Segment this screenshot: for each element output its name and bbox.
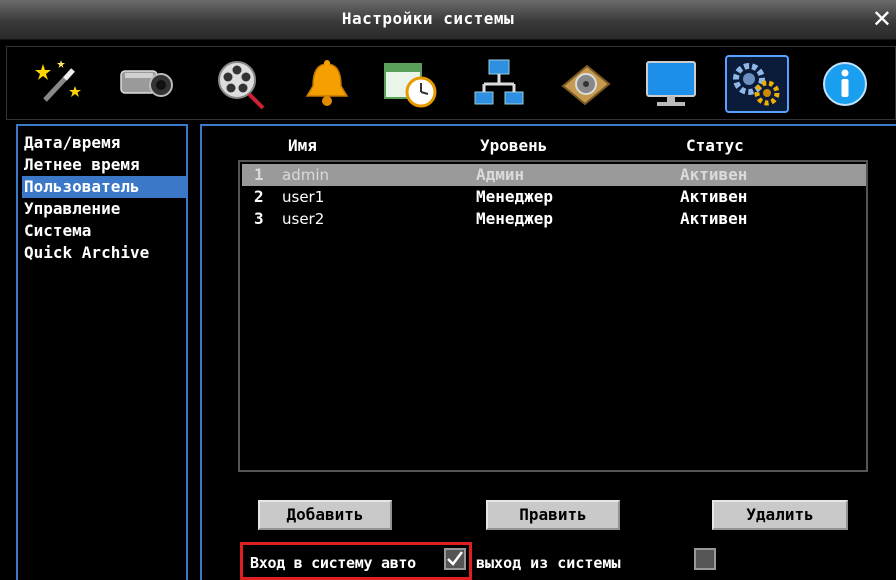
window-title: Настройки системы: [341, 9, 515, 28]
sidebar-item-system[interactable]: Система: [22, 220, 186, 242]
user-name: user2: [282, 210, 325, 228]
table-row[interactable]: 3 user2 Менеджер Активен: [242, 208, 866, 230]
alarm-bell-icon[interactable]: [295, 55, 359, 113]
highlight-box: [240, 542, 472, 580]
monitor-icon[interactable]: [639, 55, 703, 113]
settings-sidebar: Дата/время Летнее время Пользователь Упр…: [16, 124, 188, 580]
row-number: 2: [254, 187, 264, 206]
user-name: admin: [282, 166, 329, 184]
user-status: Активен: [680, 165, 748, 184]
row-number: 1: [254, 165, 264, 184]
main-toolbar: [6, 46, 896, 120]
network-icon[interactable]: [467, 55, 531, 113]
logout-label: выход из системы: [476, 554, 621, 572]
column-header-name: Имя: [288, 136, 317, 155]
close-icon[interactable]: ✕: [872, 4, 892, 34]
sidebar-item-quick-archive[interactable]: Quick Archive: [22, 242, 186, 264]
sidebar-item-management[interactable]: Управление: [22, 198, 186, 220]
sidebar-item-daylight-saving[interactable]: Летнее время: [22, 154, 186, 176]
delete-user-button[interactable]: Удалить: [712, 500, 848, 530]
edit-user-button[interactable]: Править: [486, 500, 620, 530]
user-level: Менеджер: [476, 209, 554, 228]
film-reel-icon[interactable]: [207, 55, 271, 113]
logout-checkbox[interactable]: [694, 548, 716, 570]
row-number: 3: [254, 209, 264, 228]
info-icon[interactable]: [813, 55, 877, 113]
users-table: 1 admin Админ Активен 2 user1 Менеджер А…: [238, 160, 868, 472]
user-status: Активен: [680, 187, 748, 206]
user-status: Активен: [680, 209, 748, 228]
schedule-clock-icon[interactable]: [379, 55, 443, 113]
magic-wand-icon[interactable]: [27, 55, 91, 113]
add-user-button[interactable]: Добавить: [258, 500, 392, 530]
column-header-status: Статус: [686, 136, 744, 155]
title-bar: Настройки системы ✕: [0, 0, 896, 40]
user-name: user1: [282, 188, 325, 206]
sidebar-item-date-time[interactable]: Дата/время: [22, 132, 186, 154]
sidebar-item-user[interactable]: Пользователь: [22, 176, 186, 198]
camera-icon[interactable]: [113, 55, 177, 113]
user-level: Админ: [476, 165, 525, 184]
column-header-level: Уровень: [480, 136, 548, 155]
system-settings-gears-icon[interactable]: [725, 55, 789, 113]
user-level: Менеджер: [476, 187, 554, 206]
hard-disk-icon[interactable]: [553, 55, 617, 113]
table-row[interactable]: 1 admin Админ Активен: [242, 164, 866, 186]
table-row[interactable]: 2 user1 Менеджер Активен: [242, 186, 866, 208]
